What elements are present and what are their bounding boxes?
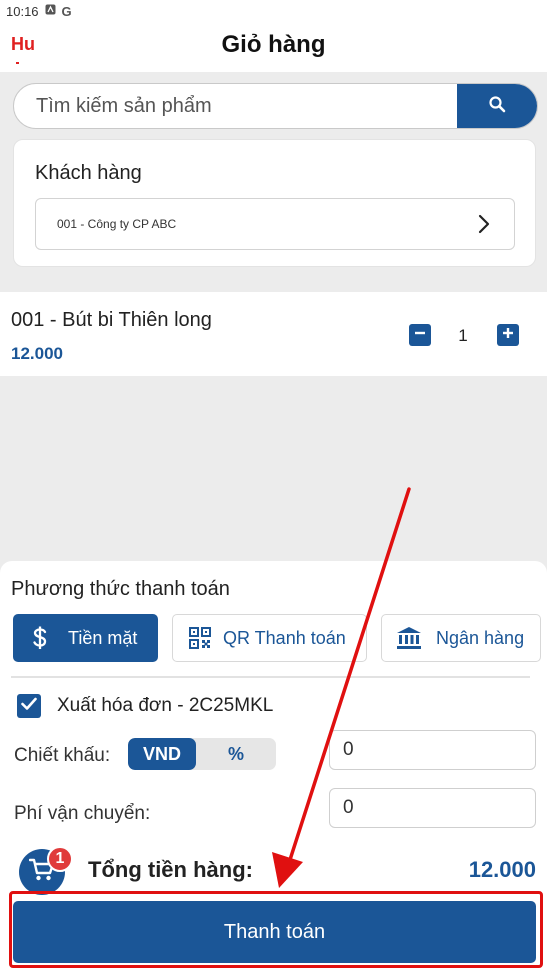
payment-method-title: Phương thức thanh toán [11, 578, 230, 600]
status-time: 10:16 [6, 3, 39, 19]
shipping-fee-label: Phí vận chuyển: [14, 803, 151, 824]
customer-value: 001 - Công ty CP ABC [57, 217, 177, 231]
bank-icon [396, 626, 422, 650]
page-title: Giỏ hàng [221, 31, 326, 58]
search-icon [488, 95, 506, 118]
search-button[interactable] [457, 84, 537, 128]
payment-bank-button[interactable]: Ngân hàng [381, 614, 541, 662]
decrease-quantity-button[interactable] [409, 324, 431, 346]
minus-icon [414, 326, 426, 344]
product-price: 12.000 [11, 344, 63, 363]
search-input[interactable] [14, 84, 459, 128]
back-underline [16, 62, 19, 64]
discount-input[interactable] [329, 730, 536, 770]
cart-item-row: 001 - Bút bi Thiên long 12.000 1 [0, 292, 547, 376]
quantity-value: 1 [458, 326, 468, 345]
increase-quantity-button[interactable] [497, 324, 519, 346]
shipping-fee-input[interactable] [329, 788, 536, 828]
discount-type-vnd[interactable]: VND [128, 738, 196, 770]
invoice-label: Xuất hóa đơn - 2C25MKL [57, 695, 274, 716]
invoice-checkbox[interactable] [17, 694, 41, 718]
dollar-icon [32, 626, 48, 650]
cart-count-badge: 1 [47, 846, 73, 872]
total-value: 12.000 [468, 857, 536, 882]
checkout-button[interactable]: Thanh toán [13, 901, 536, 963]
checkmark-icon [21, 697, 37, 716]
divider [11, 676, 530, 678]
discount-label: Chiết khấu: [14, 745, 111, 766]
customer-card: Khách hàng 001 - Công ty CP ABC [13, 139, 536, 267]
a-icon [45, 4, 56, 18]
product-name: 001 - Bút bi Thiên long [11, 309, 212, 331]
payment-cash-label: Tiền mặt [68, 627, 138, 648]
app-header: Hu Giỏ hàng [0, 22, 547, 72]
discount-type-percent[interactable]: % [196, 738, 276, 770]
payment-cash-button[interactable]: Tiền mặt [13, 614, 158, 662]
status-bar: 10:16 G [0, 0, 547, 22]
chevron-right-icon [478, 214, 490, 239]
checkout-sheet: Phương thức thanh toán Tiền mặt QR Thanh [0, 561, 547, 972]
payment-bank-label: Ngân hàng [436, 627, 525, 648]
customer-selector[interactable]: 001 - Công ty CP ABC [35, 198, 515, 250]
total-label: Tổng tiền hàng: [88, 857, 253, 882]
plus-icon [502, 326, 514, 344]
payment-qr-button[interactable]: QR Thanh toán [172, 614, 367, 662]
search-bar [13, 83, 538, 129]
payment-qr-label: QR Thanh toán [223, 627, 346, 648]
google-icon: G [61, 3, 72, 19]
customer-label: Khách hàng [35, 162, 142, 184]
qr-code-icon [189, 627, 211, 649]
discount-type-toggle: VND % [128, 738, 276, 770]
